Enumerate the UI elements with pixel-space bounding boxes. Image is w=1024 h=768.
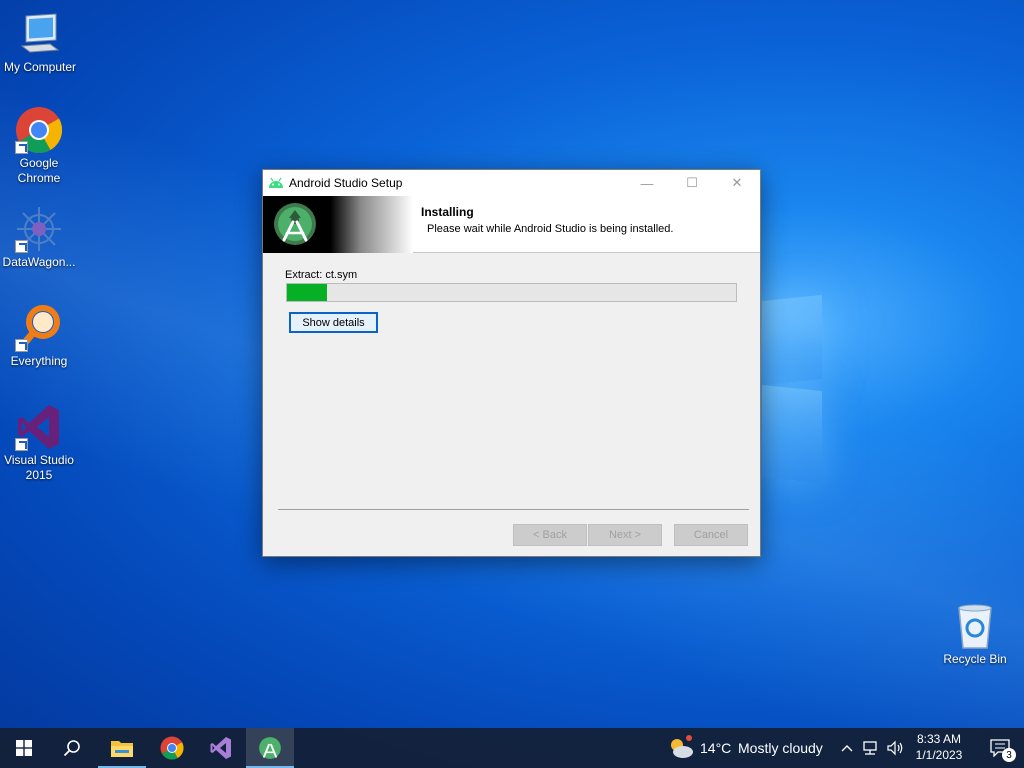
close-button[interactable]: ✕: [714, 170, 760, 196]
speaker-icon: [887, 740, 903, 756]
shortcut-arrow-icon: [15, 438, 28, 451]
footer-separator: [278, 509, 749, 510]
windows-logo-pane-bottom: [762, 384, 822, 484]
network-icon: [863, 741, 877, 755]
partly-cloudy-icon: [671, 735, 693, 758]
android-studio-logo-icon: [274, 203, 316, 245]
header-panel: Installing Please wait while Android Stu…: [263, 196, 760, 253]
android-icon: [269, 177, 283, 188]
taskbar-google-chrome[interactable]: [148, 728, 196, 768]
header-subtitle: Please wait while Android Studio is bein…: [427, 223, 674, 235]
desktop-icon-google-chrome[interactable]: Google Chrome: [0, 106, 79, 186]
datawagon-icon: [15, 205, 63, 253]
desktop-icon-label: Google Chrome: [17, 156, 61, 185]
minimize-button[interactable]: —: [624, 170, 670, 196]
shortcut-arrow-icon: [15, 240, 28, 253]
computer-icon: [16, 10, 64, 58]
search-button[interactable]: [48, 728, 96, 768]
window-title: Android Studio Setup: [289, 176, 403, 190]
progress-bar-fill: [287, 284, 328, 301]
desktop-icon-label: DataWagon...: [2, 255, 76, 269]
back-button[interactable]: < Back: [513, 524, 587, 546]
taskbar-visual-studio[interactable]: [197, 728, 245, 768]
android-studio-setup-dialog: Android Studio Setup — ☐ ✕ Installing Pl…: [262, 169, 761, 557]
cancel-button[interactable]: Cancel: [674, 524, 748, 546]
volume-button[interactable]: [884, 728, 906, 768]
taskbar-android-studio-setup[interactable]: [246, 728, 294, 768]
clock-time: 8:33 AM: [916, 732, 962, 746]
weather-temperature: 14°C: [700, 740, 732, 756]
desktop-icon-my-computer[interactable]: My Computer: [0, 10, 80, 75]
header-title: Installing: [421, 205, 474, 219]
taskbar: 14°C Mostly cloudy 8:33 AM 1/1/2023 3: [0, 728, 1024, 768]
status-text: Extract: ct.sym: [285, 269, 358, 281]
search-icon: [63, 740, 80, 757]
desktop-icon-label: Recycle Bin: [943, 652, 1007, 666]
desktop-icon-recycle-bin[interactable]: Recycle Bin: [935, 602, 1015, 667]
notification-count-badge: 3: [1002, 748, 1016, 762]
network-button[interactable]: [860, 728, 882, 768]
next-button[interactable]: Next >: [588, 524, 662, 546]
maximize-button[interactable]: ☐: [669, 170, 715, 196]
chrome-icon: [160, 736, 184, 760]
chevron-up-icon: [841, 745, 853, 752]
header-banner: [263, 196, 413, 253]
show-hidden-icons-button[interactable]: [838, 728, 856, 768]
weather-widget[interactable]: 14°C Mostly cloudy: [664, 728, 834, 768]
start-button[interactable]: [0, 728, 48, 768]
visual-studio-icon: [210, 737, 231, 759]
taskbar-file-explorer[interactable]: [98, 728, 146, 768]
magnifier-icon: [15, 304, 63, 352]
install-progress-bar: [286, 283, 737, 302]
notifications-button[interactable]: 3: [976, 728, 1024, 768]
windows-logo-pane-top: [762, 294, 822, 386]
weather-description: Mostly cloudy: [738, 740, 823, 756]
clock-date: 1/1/2023: [915, 748, 963, 762]
android-studio-logo-icon: [259, 737, 281, 759]
folder-icon: [111, 741, 133, 757]
visual-studio-icon: [15, 403, 63, 451]
desktop-icon-label: Everything: [10, 354, 68, 368]
desktop-icon-label: My Computer: [3, 60, 77, 74]
desktop-icon-everything[interactable]: Everything: [0, 304, 79, 369]
title-bar[interactable]: Android Studio Setup — ☐ ✕: [263, 170, 760, 196]
clock[interactable]: 8:33 AM 1/1/2023: [908, 728, 970, 768]
desktop-icon-datawagon[interactable]: DataWagon...: [0, 205, 79, 270]
shortcut-arrow-icon: [15, 339, 28, 352]
desktop-icon-label: Visual Studio 2015: [4, 453, 74, 482]
shortcut-arrow-icon: [15, 141, 28, 154]
show-details-button[interactable]: Show details: [289, 312, 378, 333]
desktop-icon-visual-studio-2015[interactable]: Visual Studio 2015: [0, 403, 79, 483]
windows-logo-icon: [16, 740, 32, 756]
chrome-icon: [15, 106, 63, 154]
recycle-bin-icon: [951, 602, 999, 650]
